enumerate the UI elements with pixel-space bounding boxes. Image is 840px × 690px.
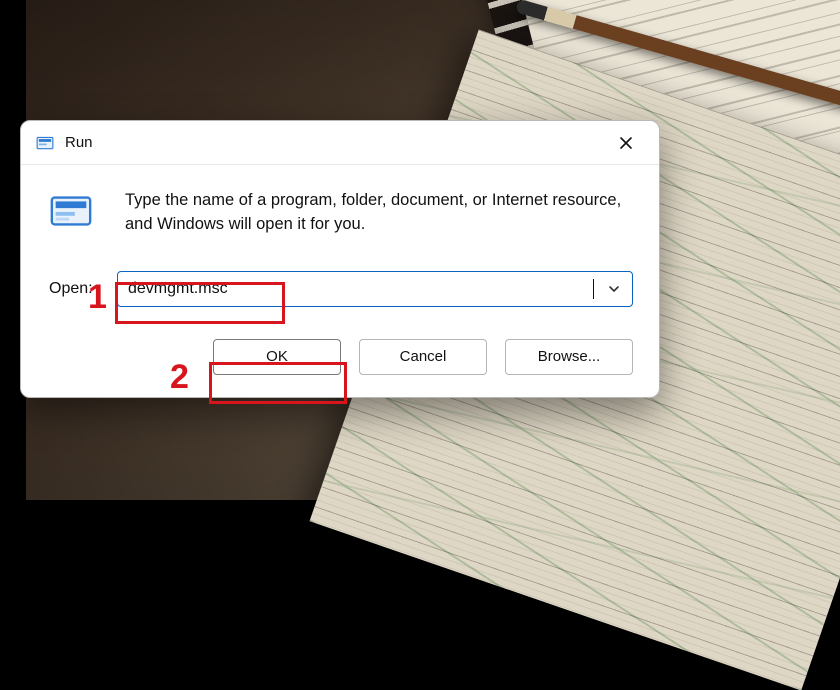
titlebar: Run (21, 121, 659, 165)
run-big-icon (47, 187, 95, 235)
chevron-down-icon (607, 282, 621, 296)
cancel-button[interactable]: Cancel (359, 339, 487, 375)
ok-button-label: OK (266, 348, 288, 365)
open-input[interactable] (118, 280, 599, 298)
browse-button[interactable]: Browse... (505, 339, 633, 375)
run-dialog: Run Type the name of a program, folder, … (20, 120, 660, 398)
ok-button[interactable]: OK (213, 339, 341, 375)
close-icon (619, 136, 633, 150)
browse-button-label: Browse... (538, 348, 601, 365)
open-dropdown-button[interactable] (600, 275, 628, 303)
open-combobox[interactable] (117, 271, 633, 307)
instruction-text: Type the name of a program, folder, docu… (125, 187, 633, 237)
open-label: Open: (49, 280, 103, 298)
close-button[interactable] (603, 126, 649, 160)
dialog-title: Run (65, 134, 93, 151)
button-row: OK Cancel Browse... (21, 313, 659, 397)
cancel-button-label: Cancel (400, 348, 447, 365)
text-caret (593, 279, 594, 299)
run-title-icon (35, 133, 55, 153)
